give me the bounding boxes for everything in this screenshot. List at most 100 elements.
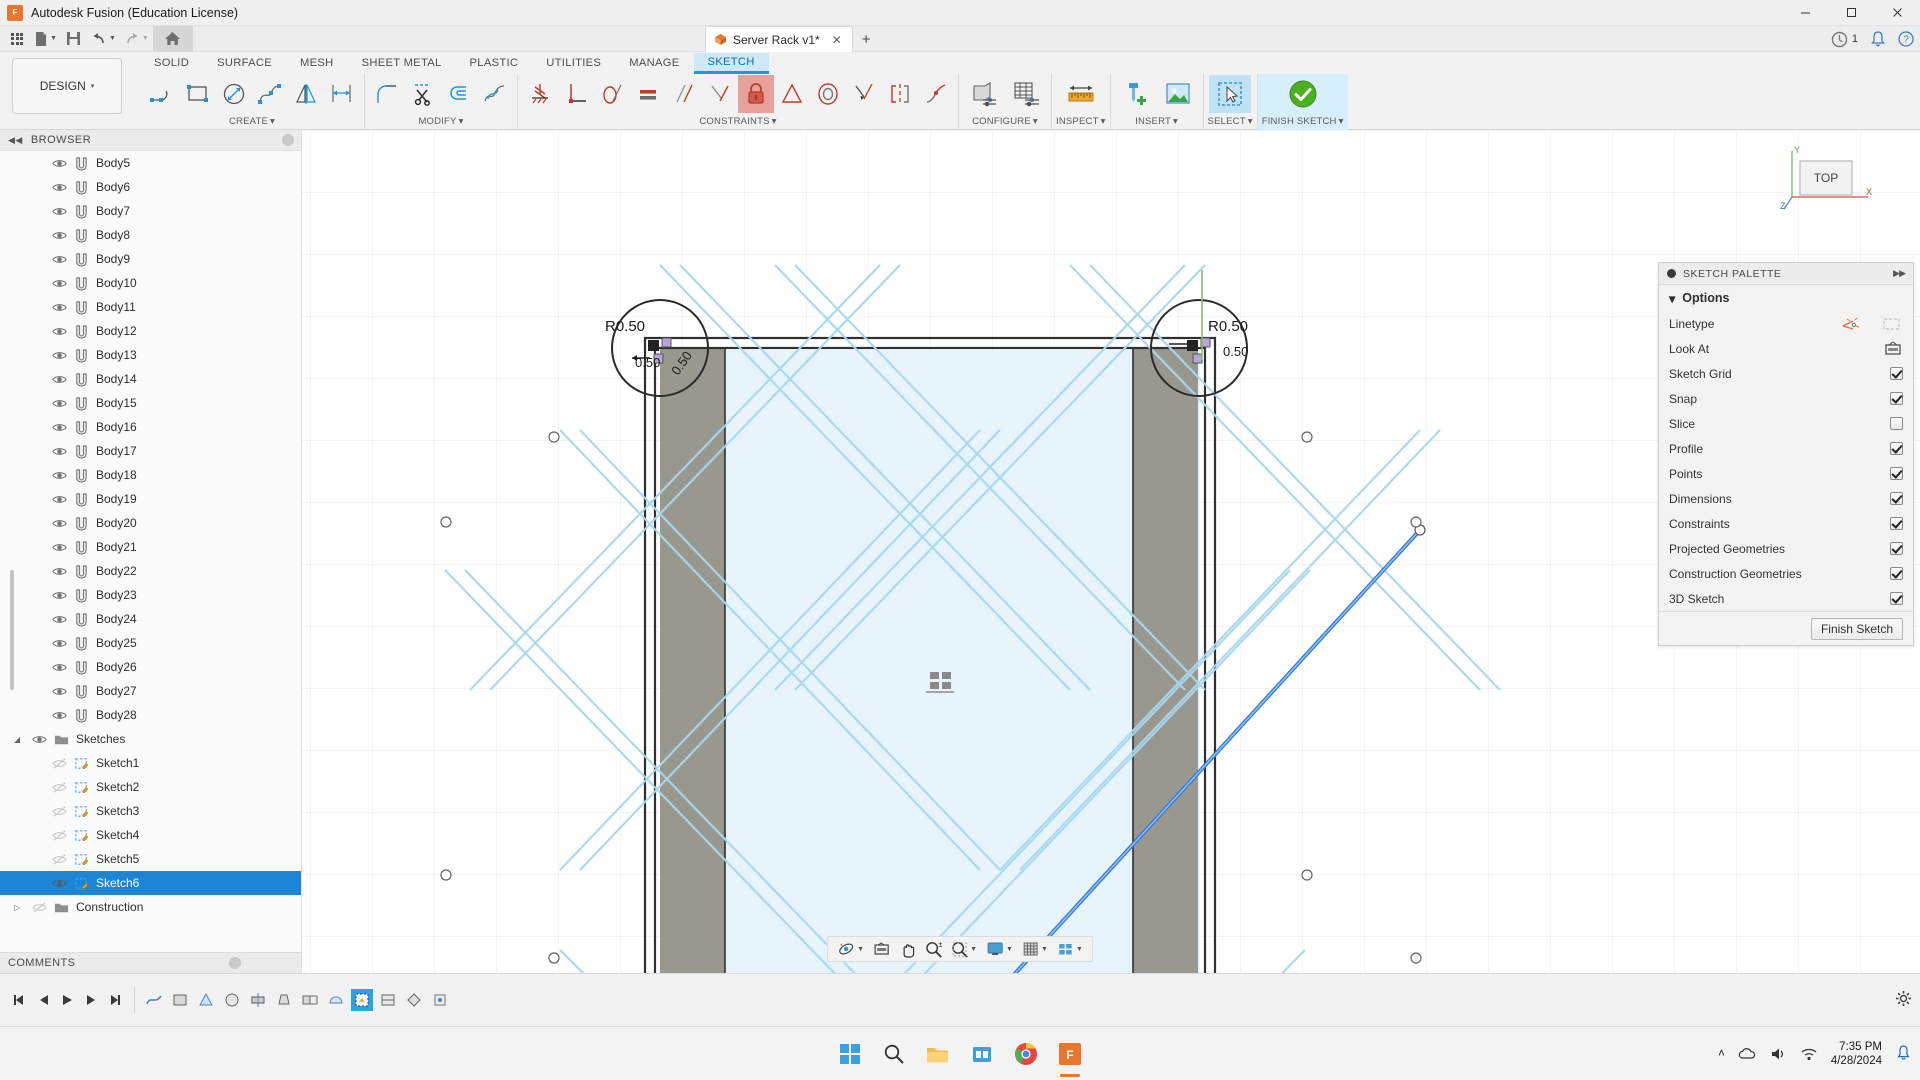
canvas-scrollbar[interactable] — [10, 570, 14, 690]
search-icon[interactable] — [881, 1041, 907, 1067]
browser-body-row[interactable]: Body5 — [0, 151, 301, 175]
timeline-feature-item[interactable] — [325, 989, 347, 1011]
timeline-jump-start-button[interactable] — [8, 989, 30, 1011]
browser-body-row[interactable]: Body27 — [0, 679, 301, 703]
visibility-icon[interactable] — [52, 252, 67, 267]
perpendicular-constraint[interactable] — [558, 75, 594, 113]
measure-tool[interactable] — [1060, 75, 1102, 113]
timeline-feature-item[interactable] — [377, 989, 399, 1011]
panel-configure-label[interactable]: CONFIGURE ▾ — [972, 114, 1038, 128]
line-tool[interactable] — [144, 75, 180, 113]
palette-row-3d-sketch[interactable]: 3D Sketch — [1659, 586, 1913, 611]
palette-expand-icon[interactable]: ▶▶ — [1893, 268, 1906, 279]
browser-body-row[interactable]: Body25 — [0, 631, 301, 655]
browser-construction-group[interactable]: ▷ Construction — [0, 895, 301, 919]
visibility-icon[interactable] — [52, 324, 67, 339]
dimensions-checkbox[interactable] — [1890, 492, 1903, 505]
visibility-icon[interactable] — [52, 204, 67, 219]
store-icon[interactable] — [969, 1041, 995, 1067]
orbit-button[interactable]: ▼ — [833, 937, 868, 961]
viewports-button[interactable]: ▼ — [1053, 937, 1087, 961]
profile-checkbox[interactable] — [1890, 442, 1903, 455]
panel-insert-label[interactable]: INSERT ▾ — [1135, 114, 1178, 128]
browser-body-row[interactable]: Body11 — [0, 295, 301, 319]
browser-sketch-row[interactable]: Sketch1 — [0, 751, 301, 775]
timeline-feature-item[interactable] — [429, 989, 451, 1011]
equal-constraint[interactable] — [630, 75, 666, 113]
visibility-icon[interactable] — [52, 684, 67, 699]
midpoint-constraint[interactable] — [774, 75, 810, 113]
look-at-icon[interactable] — [1883, 340, 1903, 357]
browser-body-row[interactable]: Body16 — [0, 415, 301, 439]
visibility-icon[interactable] — [52, 708, 67, 723]
browser-sketch-row[interactable]: Sketch2 — [0, 775, 301, 799]
rectangle-tool[interactable] — [180, 75, 216, 113]
notification-icon[interactable] — [1895, 1045, 1912, 1062]
browser-sketch-row[interactable]: Sketch3 — [0, 799, 301, 823]
undo-button[interactable]: ▼ — [87, 26, 120, 52]
palette-row-linetype[interactable]: Linetype — [1659, 311, 1913, 336]
visibility-off-icon[interactable] — [52, 852, 67, 867]
view-cube[interactable]: TOP Y X Z — [1778, 145, 1874, 217]
snap-checkbox[interactable] — [1890, 392, 1903, 405]
pan-button[interactable] — [895, 937, 920, 961]
visibility-icon[interactable] — [52, 516, 67, 531]
trim-tool[interactable] — [405, 75, 441, 113]
sketch-grid-checkbox[interactable] — [1890, 367, 1903, 380]
visibility-icon[interactable] — [52, 156, 67, 171]
configure-body-tool[interactable] — [963, 75, 1005, 113]
job-status-button[interactable]: 1 — [1831, 31, 1858, 48]
visibility-off-icon[interactable] — [32, 900, 47, 915]
horizontal-vertical-constraint[interactable] — [522, 75, 558, 113]
browser-body-row[interactable]: Body22 — [0, 559, 301, 583]
timeline-feature-item[interactable] — [351, 989, 373, 1011]
browser-body-row[interactable]: Body8 — [0, 223, 301, 247]
tab-mesh[interactable]: MESH — [286, 54, 348, 72]
browser-sketches-group[interactable]: ◢ Sketches — [0, 727, 301, 751]
palette-row-snap[interactable]: Snap — [1659, 386, 1913, 411]
timeline-jump-end-button[interactable] — [104, 989, 126, 1011]
timeline-feature-item[interactable] — [273, 989, 295, 1011]
browser-options-button[interactable] — [282, 134, 294, 146]
palette-row-look-at[interactable]: Look At — [1659, 336, 1913, 361]
visibility-icon[interactable] — [32, 732, 47, 747]
visibility-icon[interactable] — [52, 372, 67, 387]
visibility-icon[interactable] — [52, 396, 67, 411]
display-settings-button[interactable]: ▼ — [982, 937, 1017, 961]
timeline-play-button[interactable] — [56, 989, 78, 1011]
timeline-step-back-button[interactable] — [32, 989, 54, 1011]
visibility-icon[interactable] — [52, 636, 67, 651]
insert-canvas-tool[interactable] — [1157, 75, 1199, 113]
expand-triangle-icon[interactable]: ▷ — [14, 903, 25, 912]
workspace-dropdown[interactable]: DESIGN ▾ — [12, 58, 122, 114]
browser-body-row[interactable]: Body18 — [0, 463, 301, 487]
save-button[interactable] — [61, 26, 87, 52]
visibility-icon[interactable] — [52, 348, 67, 363]
linetype-construction-icon[interactable] — [1881, 316, 1903, 332]
browser-body-row[interactable]: Body24 — [0, 607, 301, 631]
3d-sketch-checkbox[interactable] — [1890, 592, 1903, 605]
browser-body-row[interactable]: Body14 — [0, 367, 301, 391]
points-checkbox[interactable] — [1890, 467, 1903, 480]
insert-mcmaster-tool[interactable] — [1115, 75, 1157, 113]
visibility-icon[interactable] — [52, 444, 67, 459]
browser-body-row[interactable]: Body7 — [0, 199, 301, 223]
browser-body-row[interactable]: Body28 — [0, 703, 301, 727]
browser-body-row[interactable]: Body6 — [0, 175, 301, 199]
concentric-constraint[interactable] — [810, 75, 846, 113]
close-icon[interactable]: ✕ — [832, 33, 842, 47]
timeline-feature-item[interactable] — [247, 989, 269, 1011]
browser-body-row[interactable]: Body17 — [0, 439, 301, 463]
new-tab-button[interactable]: + — [853, 26, 880, 52]
parallel-constraint[interactable] — [666, 75, 702, 113]
palette-row-dimensions[interactable]: Dimensions — [1659, 486, 1913, 511]
add-comment-icon[interactable] — [229, 957, 241, 969]
fillet-tool[interactable] — [369, 75, 405, 113]
browser-body-row[interactable]: Body15 — [0, 391, 301, 415]
timeline-feature-item[interactable] — [143, 989, 165, 1011]
extend-tool[interactable] — [477, 75, 513, 113]
palette-row-projected-geometries[interactable]: Projected Geometries — [1659, 536, 1913, 561]
visibility-icon[interactable] — [52, 660, 67, 675]
collapse-left-icon[interactable]: ◀◀ — [8, 135, 23, 146]
browser-body-row[interactable]: Body9 — [0, 247, 301, 271]
